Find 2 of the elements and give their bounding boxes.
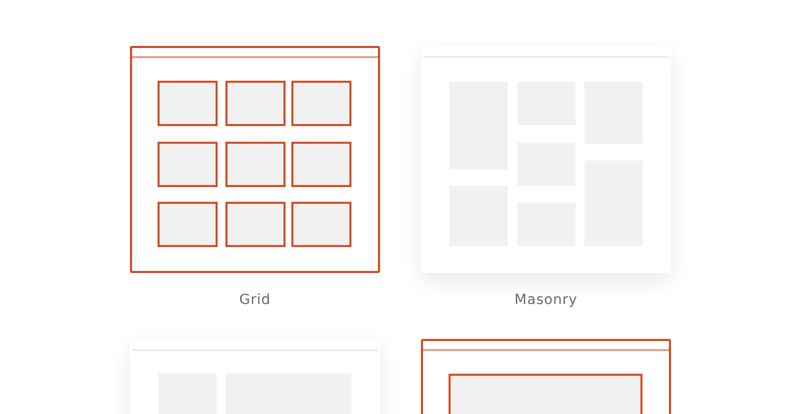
layout-label: Masonry	[514, 291, 578, 309]
layout-label: Grid	[239, 291, 271, 309]
